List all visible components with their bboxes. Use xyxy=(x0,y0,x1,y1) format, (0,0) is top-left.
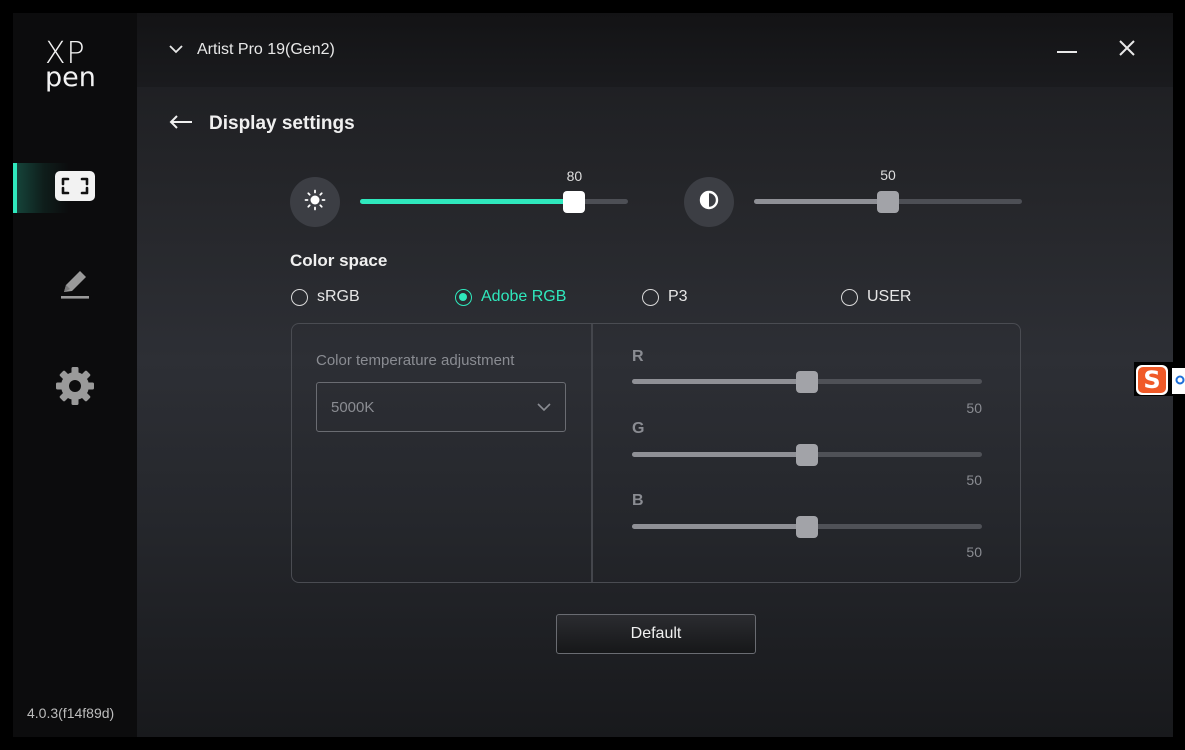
display-frame-icon xyxy=(55,170,95,206)
radio-dot xyxy=(841,288,858,306)
close-icon xyxy=(1118,39,1136,62)
radio-label: P3 xyxy=(668,288,688,305)
pen-icon xyxy=(57,266,93,307)
g-thumb[interactable] xyxy=(796,444,818,466)
minimize-icon xyxy=(1057,41,1077,59)
g-label: G xyxy=(632,420,645,437)
radio-dot xyxy=(455,288,472,306)
logo-line2: pen xyxy=(45,62,96,93)
radio-srgb[interactable]: sRGB xyxy=(291,288,360,306)
sidebar-item-settings[interactable] xyxy=(13,363,137,413)
radio-p3[interactable]: P3 xyxy=(642,288,688,306)
chevron-down-icon xyxy=(537,399,551,416)
sidebar: XP pen 4.0.3(f14f89d) xyxy=(13,13,137,737)
color-temperature-select[interactable]: 5000K xyxy=(316,382,566,432)
sidebar-item-display[interactable] xyxy=(13,163,137,213)
r-label: R xyxy=(632,348,644,365)
contrast-icon xyxy=(698,189,720,216)
version-label: 4.0.3(f14f89d) xyxy=(27,705,115,721)
brightness-value: 80 xyxy=(566,168,583,184)
sogou-icon: S xyxy=(1134,362,1185,396)
b-slider[interactable] xyxy=(632,516,982,538)
svg-text:S: S xyxy=(1143,366,1160,394)
color-space-title: Color space xyxy=(290,251,388,270)
device-name: Artist Pro 19(Gen2) xyxy=(197,41,335,58)
color-temperature-value: 5000K xyxy=(331,398,375,416)
page-title: Display settings xyxy=(209,113,355,134)
radio-user[interactable]: USER xyxy=(841,288,911,306)
xppen-logo: XP pen xyxy=(45,39,105,93)
b-value: 50 xyxy=(966,544,982,560)
brightness-icon xyxy=(304,189,326,216)
g-slider[interactable] xyxy=(632,444,982,466)
contrast-slider[interactable] xyxy=(754,191,1022,213)
b-fill xyxy=(632,524,807,529)
minimize-button[interactable] xyxy=(1052,35,1082,65)
contrast-fill xyxy=(754,199,888,204)
b-label: B xyxy=(632,492,644,509)
page-header: Display settings xyxy=(169,113,355,135)
contrast-thumb[interactable] xyxy=(877,191,899,213)
chevron-down-icon xyxy=(169,41,183,59)
r-slider[interactable] xyxy=(632,371,982,393)
panel-divider xyxy=(591,324,593,582)
device-selector[interactable]: Artist Pro 19(Gen2) xyxy=(169,41,335,59)
close-button[interactable] xyxy=(1112,35,1142,65)
contrast-value: 50 xyxy=(880,167,896,183)
radio-label: sRGB xyxy=(317,288,360,305)
app-window: XP pen 4.0.3(f14f89d) Artist Pro 19(Gen2… xyxy=(13,13,1173,737)
brightness-fill xyxy=(360,199,575,204)
gear-icon xyxy=(54,365,96,412)
titlebar: Artist Pro 19(Gen2) xyxy=(137,13,1173,87)
ime-widget[interactable]: S xyxy=(1134,362,1185,396)
color-adjust-panel: Color temperature adjustment 5000K R 50 … xyxy=(291,323,1021,583)
main-content: Artist Pro 19(Gen2) Display settings 80 … xyxy=(137,13,1173,737)
brightness-thumb[interactable] xyxy=(563,191,586,213)
g-value: 50 xyxy=(966,472,982,488)
g-fill xyxy=(632,452,807,457)
b-thumb[interactable] xyxy=(796,516,818,538)
radio-adobe-rgb[interactable]: Adobe RGB xyxy=(455,288,566,306)
radio-dot xyxy=(291,288,308,306)
radio-label: USER xyxy=(867,288,912,305)
brightness-button[interactable] xyxy=(290,177,340,227)
r-value: 50 xyxy=(966,400,982,416)
r-fill xyxy=(632,379,807,384)
contrast-button[interactable] xyxy=(684,177,734,227)
sidebar-item-pen[interactable] xyxy=(13,261,137,311)
color-temperature-label: Color temperature adjustment xyxy=(316,352,515,369)
back-arrow-icon[interactable] xyxy=(169,114,193,135)
radio-dot xyxy=(642,288,659,306)
r-thumb[interactable] xyxy=(796,371,818,393)
brightness-slider[interactable] xyxy=(360,191,628,213)
radio-label: Adobe RGB xyxy=(481,288,567,305)
default-button[interactable]: Default xyxy=(556,614,756,654)
